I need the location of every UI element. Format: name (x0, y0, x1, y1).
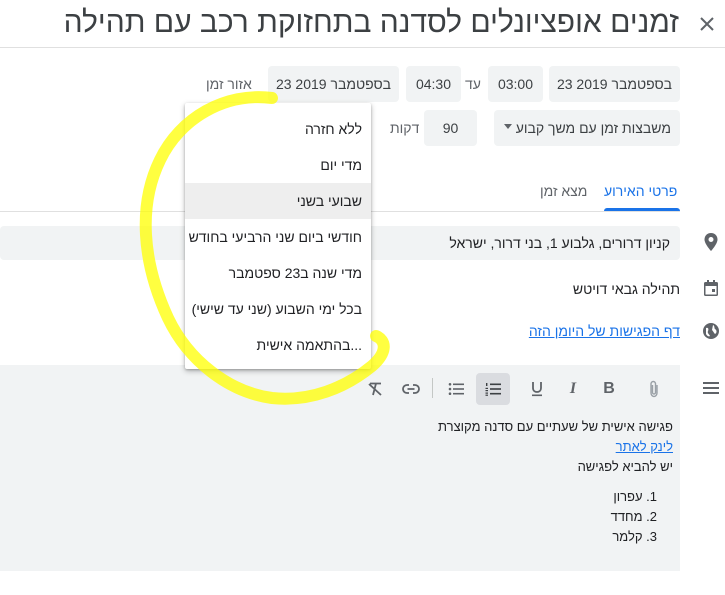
duration-input[interactable]: 90 (424, 110, 477, 146)
event-title[interactable]: זמנים אופציונלים לסדנה בתחזוקת רכב עם תה… (64, 6, 679, 40)
location-pin-icon (700, 231, 722, 253)
until-label: עד (465, 76, 481, 92)
calendar-icon (700, 277, 722, 299)
description-link[interactable]: לינק לאתר (616, 439, 673, 454)
globe-icon (700, 320, 722, 342)
tab-find-time[interactable]: מצא זמן (540, 183, 587, 199)
toolbar-divider (432, 378, 433, 398)
tab-event-details[interactable]: פרטי האירוע (604, 183, 677, 199)
recurrence-option-weekly[interactable]: שבועי בשני (185, 183, 371, 219)
link-icon[interactable] (396, 374, 426, 404)
bold-icon[interactable]: B (594, 374, 624, 404)
recurrence-option-weekdays[interactable]: בכל ימי השבוע (שני עד שישי) (185, 291, 371, 327)
recurrence-menu: ללא חזרה מדי יום שבועי בשני חודשי ביום ש… (185, 103, 371, 369)
start-time: 03:00 (497, 76, 534, 92)
start-time-chip[interactable]: 03:00 (488, 66, 543, 102)
duration-unit-label: דקות (390, 120, 420, 136)
bulleted-list-icon[interactable] (441, 374, 471, 404)
attachment-icon[interactable] (639, 374, 669, 404)
recurrence-option-custom[interactable]: בהתאמה אישית... (185, 327, 371, 363)
slot-type-select[interactable]: משבצות זמן עם משך קבוע (494, 110, 680, 146)
header-divider (0, 47, 725, 48)
list-item: 2. מחדד (610, 509, 657, 524)
slot-type-value: משבצות זמן עם משך קבוע (515, 120, 671, 136)
recurrence-option-yearly[interactable]: מדי שנה ב23 ספטמבר (185, 255, 371, 291)
description-line-1: פגישה אישית של שעתיים עם סדנה מקוצרת (438, 419, 673, 434)
timezone-button[interactable]: אזור זמן (206, 76, 252, 92)
recurrence-option-monthly[interactable]: חודשי ביום שני הרביעי בחודש (185, 219, 371, 255)
list-item: 1. עפרון (613, 489, 657, 504)
underline-icon[interactable] (522, 374, 552, 404)
numbered-list-icon[interactable] (476, 373, 510, 405)
recurrence-option-none[interactable]: ללא חזרה (185, 111, 371, 147)
end-date: 23 בספטמבר 2019 (275, 76, 392, 92)
booking-page-link[interactable]: דף הפגישות של היומן הזה (529, 323, 680, 339)
duration-value: 90 (442, 120, 459, 136)
italic-icon[interactable]: I (558, 374, 588, 404)
end-time-chip[interactable]: 04:30 (406, 66, 461, 102)
clear-formatting-icon[interactable] (360, 374, 390, 404)
description-lines-icon (700, 377, 722, 399)
description-line-3: יש להביא לפגישה (577, 459, 673, 474)
start-date-chip[interactable]: 23 בספטמבר 2019 (549, 66, 680, 102)
recurrence-option-daily[interactable]: מדי יום (185, 147, 371, 183)
start-date: 23 בספטמבר 2019 (556, 76, 673, 92)
end-time: 04:30 (415, 76, 452, 92)
description-list: 1. עפרון 2. מחדד 3. קלמר (611, 489, 657, 549)
location-value: קניון דרורים, גלבוע 1, בני דרור, ישראל (449, 235, 670, 251)
list-item: 3. קלמר (612, 529, 657, 544)
close-icon[interactable] (696, 13, 718, 35)
end-date-chip[interactable]: 23 בספטמבר 2019 (268, 66, 399, 102)
calendar-owner[interactable]: תהילה גבאי דויטש (573, 281, 680, 297)
dropdown-arrow-icon (504, 124, 512, 129)
